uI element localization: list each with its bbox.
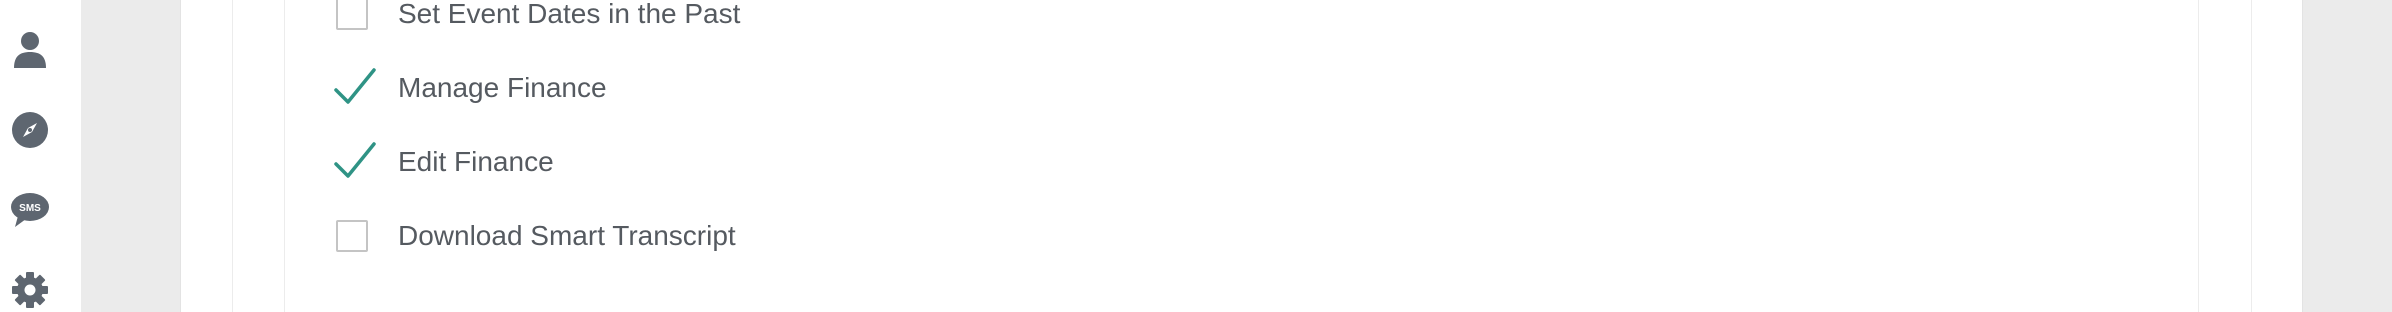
sms-badge-text: SMS [19, 203, 41, 214]
sms-icon: SMS [11, 193, 49, 227]
permission-label: Edit Finance [398, 146, 554, 177]
permission-manage-finance[interactable]: Manage Finance [334, 68, 607, 108]
sidebar-item-settings[interactable] [10, 270, 50, 310]
permission-edit-finance[interactable]: Edit Finance [334, 142, 554, 182]
permission-label: Set Event Dates in the Past [398, 0, 741, 29]
sidebar-item-explore[interactable] [10, 110, 50, 150]
left-gutter [81, 0, 180, 312]
compass-icon [12, 112, 48, 148]
check-icon[interactable] [334, 68, 378, 108]
permission-label: Download Smart Transcript [398, 220, 736, 251]
permission-set-event-dates-past[interactable]: Set Event Dates in the Past [336, 0, 740, 34]
user-icon [14, 32, 46, 68]
right-gutter [2303, 0, 2392, 312]
permissions-card [284, 0, 2199, 312]
gear-icon [12, 272, 48, 308]
sidebar-item-sms[interactable]: SMS [10, 190, 50, 230]
sidebar: SMS [0, 0, 81, 312]
permission-checkbox[interactable] [336, 220, 368, 252]
permission-checkbox[interactable] [336, 0, 368, 30]
permission-download-smart-transcript[interactable]: Download Smart Transcript [336, 216, 736, 256]
sidebar-item-profile[interactable] [10, 30, 50, 70]
check-icon[interactable] [334, 142, 378, 182]
permission-label: Manage Finance [398, 72, 607, 103]
